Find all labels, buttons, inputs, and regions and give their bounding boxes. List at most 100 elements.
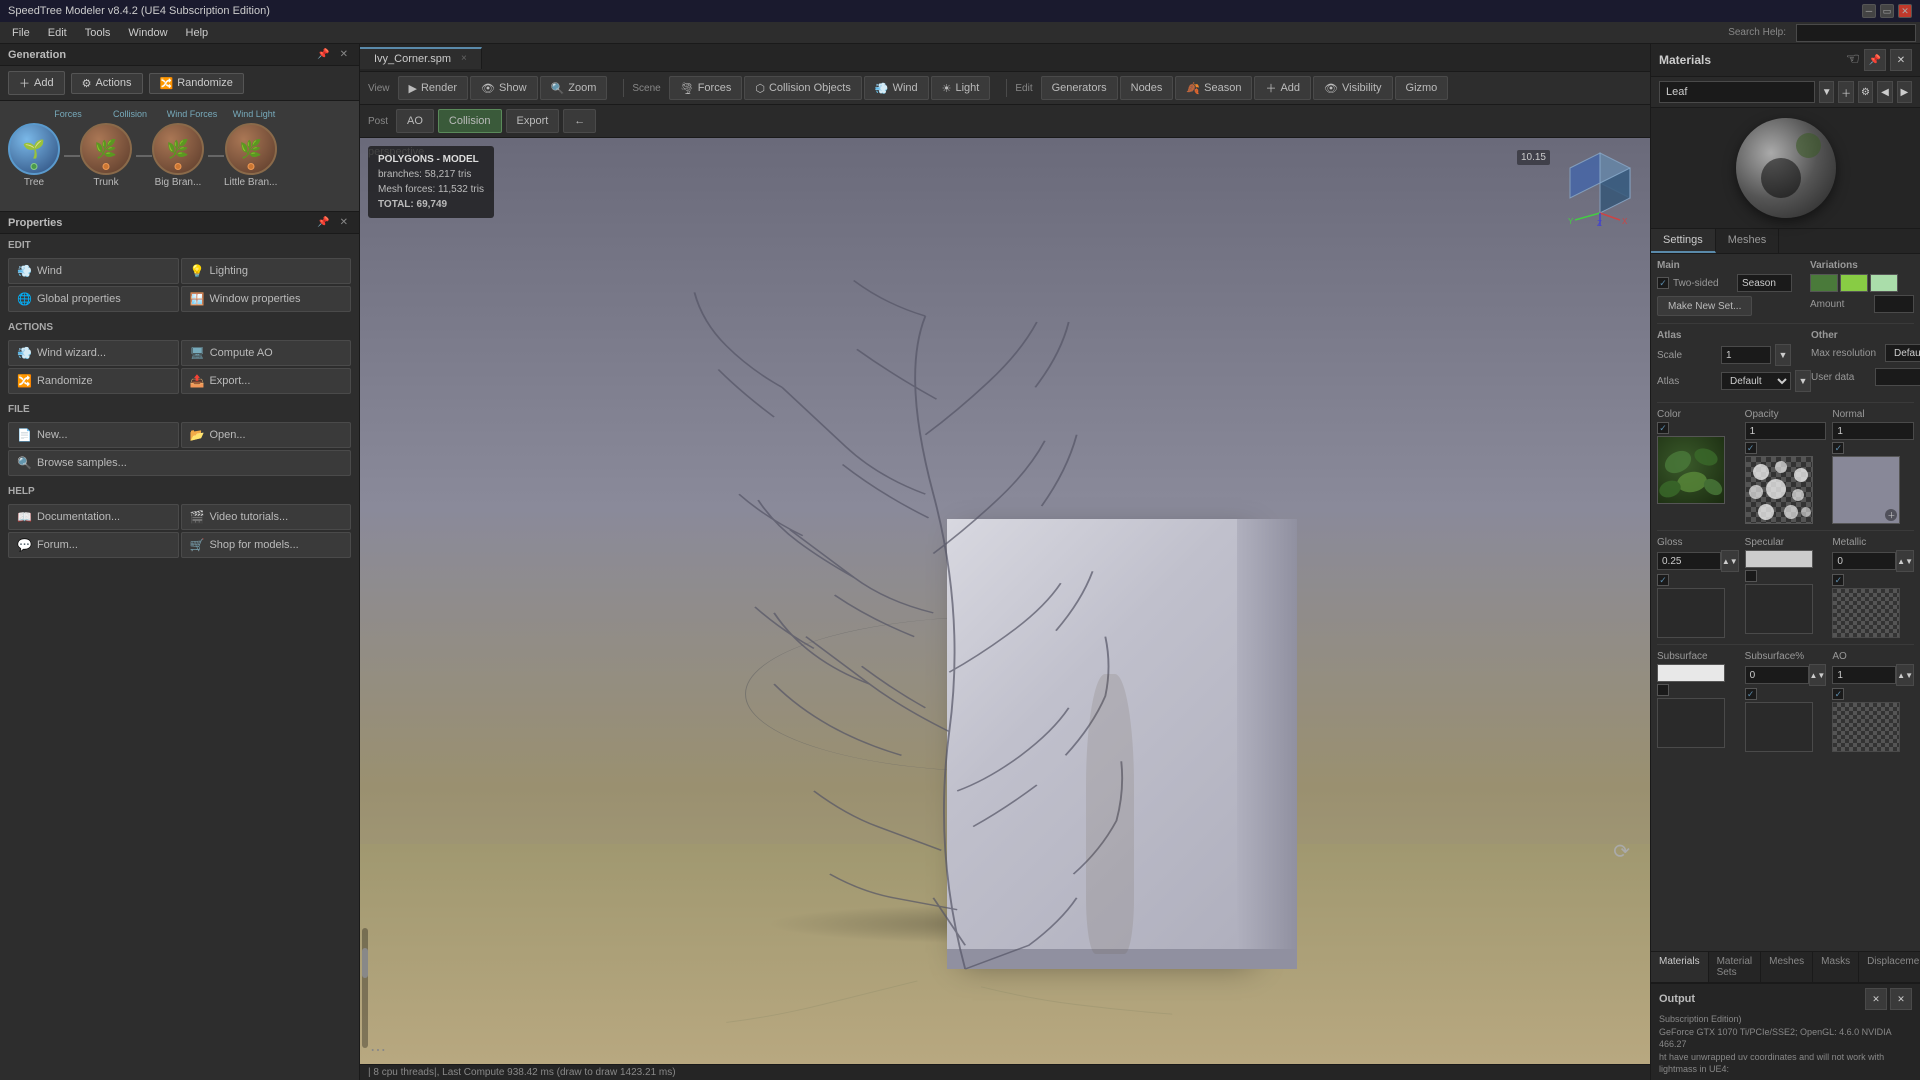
menu-file[interactable]: File (4, 25, 38, 41)
metallic-checkbox[interactable] (1832, 574, 1844, 586)
materials-pin-btn[interactable]: 📌 (1864, 49, 1886, 71)
gloss-value[interactable] (1657, 552, 1721, 570)
mat-next-btn[interactable]: ▶ (1897, 81, 1912, 103)
lighting-btn[interactable]: 💡 Lighting (181, 258, 352, 284)
gizmo-btn[interactable]: Gizmo (1395, 76, 1449, 100)
search-help-input[interactable] (1796, 24, 1916, 42)
metallic-value[interactable] (1832, 552, 1896, 570)
two-sided-checkbox[interactable] (1657, 277, 1669, 289)
render-btn[interactable]: ▶ Render (398, 76, 469, 100)
restore-btn[interactable]: ▭ (1880, 4, 1894, 18)
tab-close-btn[interactable]: × (461, 53, 467, 64)
ao-value[interactable] (1832, 666, 1896, 684)
max-res-select[interactable]: Default (1885, 344, 1920, 362)
global-properties-btn[interactable]: 🌐 Global properties (8, 286, 179, 312)
scale-dropdown[interactable]: ▼ (1775, 344, 1791, 366)
mat-prev-btn[interactable]: ◀ (1877, 81, 1892, 103)
subsurface-color[interactable] (1657, 664, 1725, 682)
bottom-tab-sets[interactable]: Material Sets (1709, 952, 1762, 982)
bottom-tab-meshes[interactable]: Meshes (1761, 952, 1813, 982)
output-close-btn[interactable]: ✕ (1890, 988, 1912, 1010)
color-checkbox[interactable] (1657, 422, 1669, 434)
actions-btn[interactable]: ⚙ Actions (71, 73, 143, 94)
scale-input[interactable] (1721, 346, 1771, 364)
season-btn[interactable]: 🍂 Season (1175, 76, 1252, 100)
var-swatch-1[interactable] (1810, 274, 1838, 292)
material-name-input[interactable] (1659, 81, 1815, 103)
minimize-btn[interactable]: ─ (1862, 4, 1876, 18)
node-tree[interactable]: 🌱 Tree (8, 123, 60, 188)
wind-scene-btn[interactable]: 💨 Wind (864, 76, 929, 100)
viewport[interactable]: X Y Z 10.15 ⟳ perspective POLYGONS - MOD… (360, 138, 1650, 1064)
menu-help[interactable]: Help (178, 25, 217, 41)
atlas-select[interactable]: Default (1721, 372, 1791, 390)
ao-checkbox[interactable] (1832, 688, 1844, 700)
bottom-tab-materials[interactable]: Materials (1651, 952, 1709, 982)
specular-color[interactable] (1745, 550, 1813, 568)
make-new-set-btn[interactable]: Make New Set... (1657, 296, 1752, 316)
opacity-checkbox[interactable] (1745, 442, 1757, 454)
bottom-tab-masks[interactable]: Masks (1813, 952, 1859, 982)
user-data-input[interactable] (1875, 368, 1920, 386)
shop-btn[interactable]: 🛒 Shop for models... (181, 532, 352, 558)
open-btn[interactable]: 📂 Open... (181, 422, 352, 448)
opacity-texture[interactable] (1745, 456, 1813, 524)
browse-btn[interactable]: 🔍 Browse samples... (8, 450, 351, 476)
tab-ivy-corner[interactable]: Ivy_Corner.spm × (360, 47, 482, 69)
subsurface-checkbox[interactable] (1657, 684, 1669, 696)
collision-post-btn[interactable]: Collision (438, 109, 502, 133)
window-properties-btn[interactable]: 🪟 Window properties (181, 286, 352, 312)
sub-pct-checkbox[interactable] (1745, 688, 1757, 700)
mat-action-btn[interactable]: ⚙ (1858, 81, 1873, 103)
sub-pct-spin[interactable]: ▲▼ (1809, 664, 1827, 686)
normal-checkbox[interactable] (1832, 442, 1844, 454)
node-trunk[interactable]: 🌿 Trunk (80, 123, 132, 188)
metallic-spin[interactable]: ▲▼ (1896, 550, 1914, 572)
bottom-tab-displacements[interactable]: Displacements (1859, 952, 1920, 982)
collision-objects-btn[interactable]: ⬡ Collision Objects (744, 76, 862, 100)
var-swatch-3[interactable] (1870, 274, 1898, 292)
tutorials-btn[interactable]: 🎬 Video tutorials... (181, 504, 352, 530)
nav-cube[interactable]: X Y Z (1560, 148, 1640, 228)
docs-btn[interactable]: 📖 Documentation... (8, 504, 179, 530)
specular-checkbox[interactable] (1745, 570, 1757, 582)
menu-edit[interactable]: Edit (40, 25, 75, 41)
materials-close-btn[interactable]: ✕ (1890, 49, 1912, 71)
color-texture[interactable] (1657, 436, 1725, 504)
hand-cursor-icon[interactable]: ☜ (1846, 49, 1860, 71)
close-btn[interactable]: ✕ (1898, 4, 1912, 18)
compute-ao-btn[interactable]: 🖥 Compute AO (181, 340, 352, 366)
subsurface-texture[interactable] (1657, 698, 1725, 748)
properties-pin-btn[interactable]: 📌 (314, 216, 332, 229)
menu-tools[interactable]: Tools (77, 25, 119, 41)
subsurface-pct-value[interactable] (1745, 666, 1809, 684)
opacity-value[interactable] (1745, 422, 1827, 440)
output-clear-btn[interactable]: ✕ (1865, 988, 1887, 1010)
randomize-btn[interactable]: 🔀 Randomize (149, 73, 244, 94)
ao-spin[interactable]: ▲▼ (1896, 664, 1914, 686)
gloss-checkbox[interactable] (1657, 574, 1669, 586)
atlas-dropdown[interactable]: ▼ (1795, 370, 1811, 392)
metallic-texture[interactable] (1832, 588, 1900, 638)
node-little-branch[interactable]: 🌿 Little Bran... (224, 123, 277, 188)
tab-settings[interactable]: Settings (1651, 229, 1716, 253)
generators-btn[interactable]: Generators (1041, 76, 1118, 100)
zoom-btn[interactable]: 🔍 Zoom (540, 76, 608, 100)
export-post-btn[interactable]: Export (506, 109, 560, 133)
add-btn[interactable]: ＋ Add (8, 71, 65, 95)
specular-texture[interactable] (1745, 584, 1813, 634)
ao-texture[interactable] (1832, 702, 1900, 752)
normal-add-btn[interactable]: ＋ (1885, 509, 1897, 521)
visibility-btn[interactable]: 👁 Visibility (1313, 76, 1393, 100)
normal-texture[interactable]: ＋ (1832, 456, 1900, 524)
amount-input[interactable] (1874, 295, 1914, 313)
var-swatch-2[interactable] (1840, 274, 1868, 292)
randomize-prop-btn[interactable]: 🔀 Randomize (8, 368, 179, 394)
gloss-spin[interactable]: ▲▼ (1721, 550, 1739, 572)
light-btn[interactable]: ☀ Light (931, 76, 991, 100)
generation-close-btn[interactable]: ✕ (337, 48, 351, 61)
mat-add-btn[interactable]: ＋ (1838, 81, 1853, 103)
forum-btn[interactable]: 💬 Forum... (8, 532, 179, 558)
properties-close-btn[interactable]: ✕ (337, 216, 351, 229)
nodes-btn[interactable]: Nodes (1120, 76, 1174, 100)
